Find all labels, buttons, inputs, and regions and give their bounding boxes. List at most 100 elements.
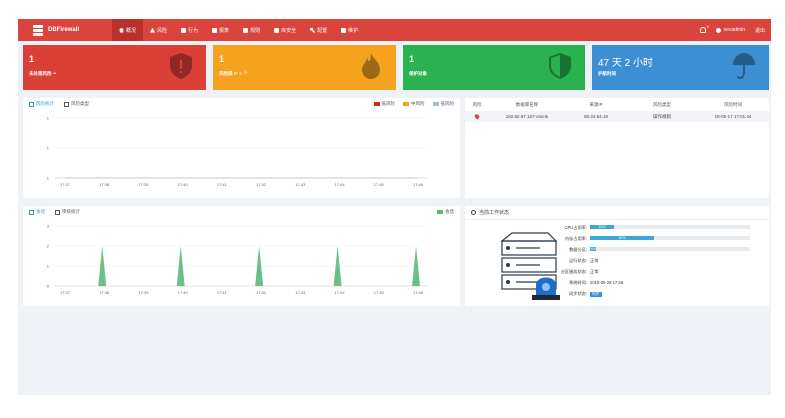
x-tick-label: 17:43: [295, 182, 306, 187]
col-risk-time: 风险时间: [724, 102, 742, 107]
state-title: 当前工作状态: [471, 209, 509, 216]
x-tick-label: 17:41: [217, 290, 228, 295]
tile-value: 47 天 2 小时: [598, 58, 654, 69]
y-tick-label: 1: [47, 264, 50, 269]
col-db-name: 数据库名称: [515, 102, 539, 107]
x-tick-label: 17:39: [138, 290, 149, 295]
state-value: 2018-05-28 17:46: [590, 280, 624, 285]
progress-bar: 15%: [590, 225, 750, 229]
x-tick-label: 17:43: [295, 290, 306, 295]
tab-audit-stats[interactable]: 审核统计: [55, 209, 80, 215]
state-row: 内存占用率: 40%: [555, 234, 765, 245]
tile-label: 未处理风险 ⚭: [29, 71, 57, 76]
x-tick-label: 17:42: [256, 290, 267, 295]
logout-link[interactable]: 退出: [755, 27, 765, 34]
x-tick-label: 17:46: [413, 290, 424, 295]
state-value: 同步: [590, 292, 602, 297]
nav-item-2[interactable]: 行为: [174, 19, 205, 41]
col-risk: 风险: [472, 102, 482, 107]
state-row: 同步状态: 同步: [555, 289, 765, 300]
nav-item-3[interactable]: 报表: [205, 19, 236, 41]
user-menu[interactable]: secadmin: [715, 27, 745, 33]
search-icon: [471, 210, 476, 215]
table-row[interactable]: 182.92.97.187-oracle 60.24.64.19 操作规则 18…: [465, 111, 769, 122]
risk-legend: 低风险 中风险 低风险: [373, 101, 454, 107]
risk-marker: [465, 111, 489, 122]
tab-sessions[interactable]: 会话: [29, 209, 45, 215]
session-chart-panel: 会话 审核统计 会话 0 1 2 3 17:37 17:38 17:39 17:40 17:41…: [23, 206, 460, 306]
progress-bar: 40%: [590, 236, 750, 240]
risk-tabs: 风险统计 风险类型: [29, 101, 89, 107]
x-tick-label: 17:37: [60, 290, 71, 295]
nav-item-4[interactable]: 规则: [236, 19, 267, 41]
legend-item[interactable]: 低风险: [432, 101, 454, 107]
tile-unhandled-risks[interactable]: 1 未处理风险 ⚭: [23, 45, 206, 90]
wrench-icon: [310, 27, 316, 33]
y-tick-label: 3: [47, 224, 50, 229]
state-row: 运行状态: 正常: [555, 256, 765, 267]
session-legend: 会话: [437, 209, 454, 215]
state-label: CPU占用率:: [564, 225, 587, 230]
state-label: 同步状态:: [569, 291, 587, 296]
tile-protected-objects[interactable]: 1 保护对象: [403, 45, 585, 90]
state-stats: CPU占用率: 15% 内存占用率: 40% 数据分区: 4% 运行状态: 正常 分区服务状态:…: [555, 223, 765, 300]
progress-text: 15%: [598, 225, 606, 229]
tile-risk-sources[interactable]: 1 风险源 IP 1 个: [213, 45, 396, 90]
y-tick-label: 1: [47, 176, 50, 181]
nav-item-6[interactable]: 配置: [303, 19, 334, 41]
progress-fill: 40%: [590, 236, 654, 240]
tile-uptime[interactable]: 47 天 2 小时 护航时间: [592, 45, 769, 90]
tile-label: 保护对象: [409, 71, 427, 76]
nav-item-1[interactable]: 风险: [143, 19, 174, 41]
y-tick-label: 2: [47, 244, 50, 249]
x-tick-label: 17:39: [138, 182, 149, 187]
progress-fill: 15%: [590, 225, 614, 229]
app-logo[interactable]: DBFirewall: [32, 23, 79, 37]
risk-table-header: 风险 数据库名称 来源IP 风险类型 风险时间: [465, 100, 769, 109]
tile-label: 护航时间: [598, 71, 616, 76]
username: secadmin: [723, 27, 745, 33]
risk-table-panel: 风险 数据库名称 来源IP 风险类型 风险时间 182.92.97.187-or…: [465, 98, 769, 198]
bell-icon[interactable]: 0: [699, 24, 709, 33]
x-tick-label: 17:38: [99, 290, 110, 295]
risk-chart-panel: 风险统计 风险类型 低风险 中风险 低风险 1 1 1 17:37 17:38 17:39…: [23, 98, 460, 198]
legend-item[interactable]: 低风险: [373, 101, 395, 107]
nav-item-5[interactable]: 库安全: [267, 19, 303, 41]
tab-risk-stats[interactable]: 风险统计: [29, 101, 54, 107]
legend-item[interactable]: 会话: [437, 209, 454, 215]
nav-label: 报表: [219, 27, 230, 34]
state-label: 运行状态:: [569, 258, 587, 263]
x-tick-label: 17:41: [217, 182, 228, 187]
x-tick-label: 17:40: [178, 182, 189, 187]
y-tick-label: 0: [47, 284, 50, 289]
nav-label: 规则: [250, 27, 261, 34]
main-nav: 概况 风险 行为 报表 规则 库安全 配置 维护: [112, 19, 365, 41]
nav-label: 配置: [317, 27, 328, 34]
col-risk-type: 风险类型: [653, 102, 671, 107]
nav-label: 行为: [188, 27, 199, 34]
nav-label: 维护: [348, 27, 359, 34]
share-icon: [55, 209, 60, 215]
risk-chart: 1 1 1 17:37 17:38 17:39 17:40 17:41 17:42 17:43 17…: [47, 116, 428, 187]
home-icon: [119, 27, 124, 33]
chart-icon: [29, 101, 34, 107]
shield-alert-icon: [170, 53, 192, 79]
rules-icon: [243, 27, 249, 33]
progress-text: 40%: [618, 236, 626, 240]
state-row: 数据分区: 4%: [555, 245, 765, 256]
cell-risk-type: 操作规则: [653, 114, 671, 119]
state-row: 分区服务状态: 正常: [555, 267, 765, 278]
map-pin-icon: [473, 113, 481, 120]
report-icon: [212, 27, 218, 33]
tile-value: 1: [29, 54, 35, 64]
x-tick-label: 17:46: [413, 182, 424, 187]
x-tick-label: 17:45: [374, 290, 385, 295]
tile-value: 1: [409, 54, 415, 64]
tab-risk-types[interactable]: 风险类型: [64, 101, 89, 107]
nav-label: 概况: [126, 27, 137, 34]
nav-item-7[interactable]: 维护: [334, 19, 365, 41]
x-tick-label: 17:40: [178, 290, 189, 295]
legend-item[interactable]: 中风险: [403, 101, 425, 107]
nav-item-0[interactable]: 概况: [112, 19, 144, 41]
work-state-panel: 当前工作状态 CPU占用率: 15% 内存占用率: 40% 数据分区: 4% 运行状态: 正常…: [465, 206, 769, 306]
